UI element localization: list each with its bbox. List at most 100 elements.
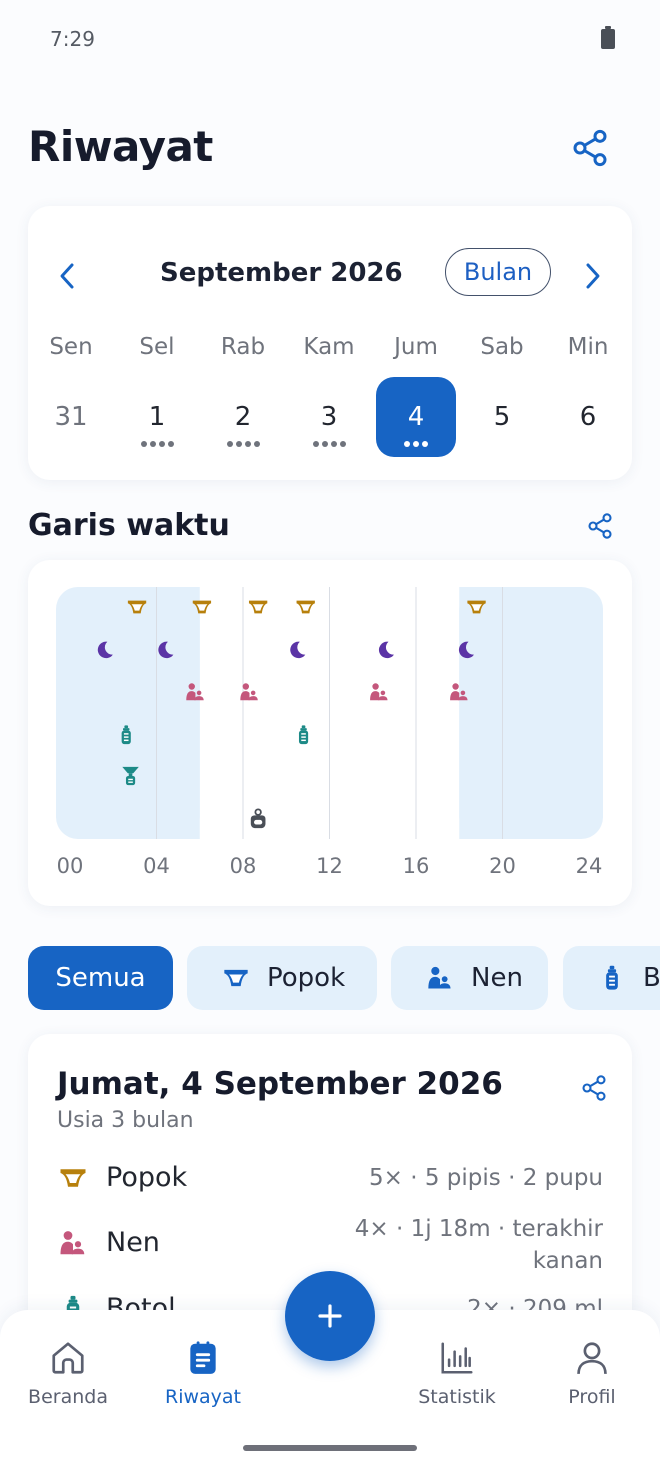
event-dot	[244, 441, 251, 447]
nav-label: Profil	[568, 1386, 616, 1408]
diaper-icon	[221, 963, 251, 993]
day-number: 6	[579, 402, 597, 432]
timeline-card: 00 04 08 12 16 20 24	[28, 560, 632, 906]
event-dot	[167, 441, 174, 447]
weekday-label: Sel	[139, 334, 175, 360]
event-dots	[117, 441, 197, 447]
summary-value: 4× · 1j 18m · terakhir kanan	[355, 1213, 603, 1277]
nav-item-profil[interactable]: Profil	[532, 1338, 652, 1408]
status-bar: 7:29	[0, 0, 660, 80]
summary-value: 5× · 5 pipis · 2 pupu	[369, 1162, 603, 1194]
share-day-button[interactable]	[576, 1070, 612, 1106]
nav-item-statistik[interactable]: Statistik	[397, 1338, 517, 1408]
calendar-day[interactable]: 5	[462, 377, 542, 457]
event-dot	[140, 441, 147, 447]
hour-label: 00	[57, 854, 84, 878]
add-entry-button[interactable]	[285, 1271, 375, 1361]
share-button[interactable]	[566, 124, 614, 172]
nav-label: Statistik	[418, 1386, 496, 1408]
weekday-label: Min	[567, 334, 609, 360]
day-number: 3	[320, 402, 338, 432]
filter-chip-popok[interactable]: Popok	[187, 946, 377, 1010]
share-icon	[582, 1075, 606, 1101]
event-dot	[339, 441, 346, 447]
event-dot	[226, 441, 233, 447]
event-dot	[330, 441, 337, 447]
summary-value-line: 4× · 1j 18m · terakhir	[354, 1216, 603, 1242]
chevron-left-icon	[60, 263, 74, 289]
share-timeline-button[interactable]	[582, 508, 618, 544]
filter-chip-bo[interactable]: Bo	[563, 946, 660, 1010]
event-dot	[422, 441, 428, 447]
home-indicator	[243, 1445, 417, 1451]
calendar-day[interactable]: 1	[117, 377, 197, 457]
nav-item-riwayat[interactable]: Riwayat	[143, 1338, 263, 1408]
event-dot	[235, 441, 242, 447]
day-number: 1	[148, 402, 166, 432]
home-icon	[8, 1338, 128, 1378]
calendar-day[interactable]: 2	[203, 377, 283, 457]
hour-label: 20	[489, 854, 516, 878]
chip-label: Semua	[55, 963, 146, 993]
chevron-right-icon	[586, 263, 600, 289]
nursing-icon	[58, 1228, 88, 1258]
summary-label: Popok	[106, 1162, 188, 1193]
timeline-title: Garis waktu	[28, 508, 230, 543]
chip-label: Popok	[267, 963, 346, 993]
journal-icon	[143, 1338, 263, 1378]
filter-chips: Semua Popok Nen Bo	[28, 946, 660, 1010]
chip-label: Nen	[471, 963, 523, 993]
status-time: 7:29	[50, 27, 95, 51]
day-number: 2	[234, 402, 252, 432]
share-icon	[573, 129, 607, 167]
diaper-icon	[58, 1163, 88, 1193]
next-week-button[interactable]	[574, 258, 610, 294]
calendar-day-selected[interactable]: 4	[376, 377, 456, 457]
weekday-label: Kam	[303, 334, 355, 360]
hour-label: 24	[576, 854, 603, 878]
summary-row-popok[interactable]: Popok 5× · 5 pipis · 2 pupu	[28, 1159, 632, 1219]
event-dot	[149, 441, 156, 447]
day-number: 31	[54, 402, 88, 432]
plus-icon	[318, 1304, 342, 1328]
filter-chip-nen[interactable]: Nen	[391, 946, 548, 1010]
event-dot	[312, 441, 319, 447]
page-title: Riwayat	[28, 122, 213, 171]
nav-item-beranda[interactable]: Beranda	[8, 1338, 128, 1408]
calendar-day[interactable]: 6	[548, 377, 628, 457]
weekday-label: Sab	[480, 334, 524, 360]
timeline-chart: 00 04 08 12 16 20 24	[56, 587, 603, 878]
filter-chip-semua[interactable]: Semua	[28, 946, 173, 1010]
night-shading-edge	[175, 587, 200, 839]
hour-label: 04	[143, 854, 170, 878]
event-dot	[158, 441, 165, 447]
summary-label: Nen	[106, 1227, 160, 1258]
event-dots	[203, 441, 283, 447]
night-shading-edge	[459, 587, 484, 839]
event-dot	[413, 441, 419, 447]
baby-age: Usia 3 bulan	[57, 1108, 194, 1133]
event-dot	[321, 441, 328, 447]
day-number: 4	[407, 402, 425, 432]
month-label: September 2026	[160, 258, 403, 288]
event-dot	[404, 441, 410, 447]
day-number: 5	[493, 402, 511, 432]
hour-label: 16	[403, 854, 430, 878]
share-icon	[588, 513, 612, 539]
chip-label: Bo	[643, 963, 660, 993]
calendar-day[interactable]: 31	[31, 377, 111, 457]
weekday-label: Jum	[394, 334, 438, 360]
event-dot	[253, 441, 260, 447]
previous-week-button[interactable]	[50, 258, 86, 294]
event-dots	[376, 441, 456, 447]
event-dots	[289, 441, 369, 447]
calendar-day[interactable]: 3	[289, 377, 369, 457]
weekday-label: Sen	[49, 334, 93, 360]
battery-icon	[601, 26, 615, 49]
calendar-card: September 2026 Bulan Sen Sel Rab Kam Jum Sab M…	[28, 206, 632, 480]
hour-label: 12	[316, 854, 343, 878]
user-icon	[532, 1338, 652, 1378]
month-view-toggle[interactable]: Bulan	[445, 248, 551, 296]
summary-value-line: 5× · 5 pipis · 2 pupu	[369, 1165, 603, 1191]
weekday-label: Rab	[220, 334, 266, 360]
